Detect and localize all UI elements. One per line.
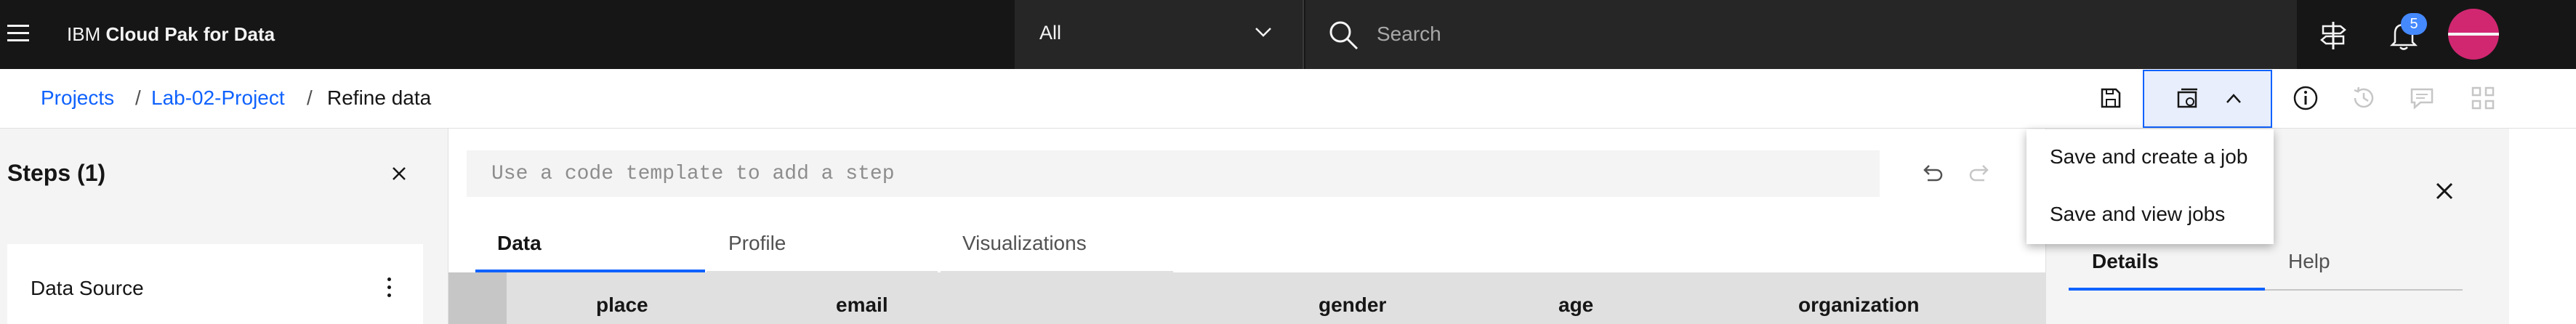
menu-item-label: Save and view jobs <box>2050 203 2226 225</box>
brand-product: Cloud Pak for Data <box>105 23 275 45</box>
search-input[interactable] <box>1375 16 2250 52</box>
scope-value: All <box>1039 22 1062 44</box>
tab-data[interactable]: Data <box>475 222 705 272</box>
menu-item-save-create-job[interactable]: Save and create a job <box>2026 129 2274 187</box>
column-header-gender[interactable]: gender <box>1319 293 1386 317</box>
breadcrumb-separator: / <box>307 86 313 109</box>
tab-label: Help <box>2288 250 2330 272</box>
menu-item-save-view-jobs[interactable]: Save and view jobs <box>2026 187 2274 244</box>
tab-profile[interactable]: Profile <box>707 222 938 272</box>
chevron-up-icon <box>2226 94 2241 103</box>
overflow-menu-icon[interactable] <box>385 278 393 299</box>
close-icon[interactable] <box>390 164 408 183</box>
tab-label: Visualizations <box>962 232 1087 254</box>
search-icon <box>1329 21 1359 50</box>
brand-prefix: IBM <box>67 23 101 45</box>
column-header-organization[interactable]: organization <box>1798 293 1919 317</box>
tab-label: Profile <box>728 232 786 254</box>
step-label: Data Source <box>31 277 144 299</box>
save-icon[interactable] <box>2096 84 2125 113</box>
tab-help[interactable]: Help <box>2265 247 2463 291</box>
breadcrumb-projects[interactable]: Projects <box>41 85 114 111</box>
breadcrumb-current-page: Refine data <box>327 86 432 109</box>
steps-panel-title: Steps (1) <box>7 160 106 186</box>
undo-icon[interactable] <box>1919 161 1944 186</box>
global-search <box>1305 0 2297 69</box>
history-icon[interactable] <box>2349 84 2378 113</box>
close-icon[interactable] <box>2434 180 2455 202</box>
tab-label: Details <box>2092 250 2159 272</box>
tab-details[interactable]: Details <box>2069 247 2265 291</box>
signpost-icon[interactable] <box>2316 17 2351 52</box>
notification-count-badge: 5 <box>2401 13 2427 35</box>
comment-icon[interactable] <box>2407 84 2436 113</box>
menu-item-label: Save and create a job <box>2050 145 2248 168</box>
job-icon <box>2177 88 2197 108</box>
tab-label: Data <box>497 232 542 254</box>
scope-dropdown[interactable]: All <box>1015 0 1304 69</box>
user-avatar[interactable] <box>2448 9 2499 60</box>
product-name[interactable]: IBM Cloud Pak for Data <box>67 21 275 47</box>
code-template-input[interactable] <box>467 150 1880 197</box>
column-header-age[interactable]: age <box>1558 293 1593 317</box>
breadcrumb-separator: / <box>135 86 141 109</box>
breadcrumb-project[interactable]: Lab-02-Project <box>151 85 285 111</box>
flow-icon[interactable] <box>2468 84 2497 113</box>
chevron-down-icon <box>1255 28 1271 37</box>
information-icon[interactable] <box>2291 84 2320 113</box>
redo-icon[interactable] <box>1968 161 1993 186</box>
save-job-menu-button[interactable] <box>2143 70 2272 128</box>
column-header-place[interactable]: place <box>596 293 648 317</box>
row-number-gutter <box>448 272 507 324</box>
column-header-email[interactable]: email <box>836 293 888 317</box>
tab-visualizations[interactable]: Visualizations <box>941 222 1173 272</box>
avatar-stripe <box>2448 33 2499 36</box>
save-job-menu: Save and create a job Save and view jobs <box>2026 129 2274 244</box>
hamburger-menu-icon[interactable] <box>7 23 31 44</box>
